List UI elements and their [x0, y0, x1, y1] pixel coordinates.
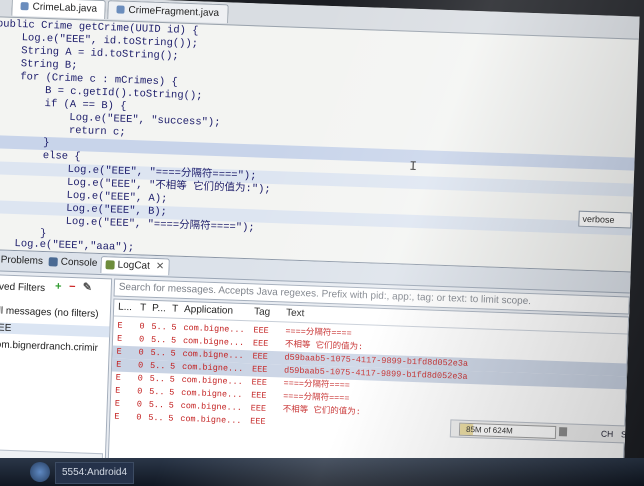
log-pid: 5.. [150, 347, 167, 359]
ide-screen: CrimeLab.java CrimeFragment.java public … [0, 0, 640, 486]
log-tag: EEE [250, 403, 267, 414]
log-time: 0 [137, 360, 144, 371]
tab-crimefragment-label: CrimeFragment.java [128, 4, 220, 20]
log-pid: 5.. [150, 334, 167, 346]
tab-problems-label: Problems [0, 254, 44, 268]
log-pid: 5.. [149, 386, 165, 398]
log-tag: EEE [250, 390, 267, 401]
log-tid: 5 [168, 413, 174, 424]
text-cursor-icon: I [408, 158, 418, 175]
saved-filters-title: Saved Filters [0, 281, 46, 295]
tab-crimefragment[interactable]: CrimeFragment.java [107, 0, 229, 24]
taskbar: 5554:Android4 [0, 458, 644, 486]
java-file-icon [20, 2, 29, 11]
log-tid: 5 [169, 387, 175, 398]
log-tid: 5 [169, 361, 176, 372]
log-time: 0 [136, 412, 142, 423]
col-text[interactable]: Text [286, 306, 305, 323]
log-pid: 5.. [148, 412, 164, 424]
tab-console-label: Console [60, 256, 98, 269]
log-time: 0 [136, 399, 143, 410]
log-level-select[interactable]: verbose [578, 210, 632, 229]
col-tag[interactable]: Tag [254, 304, 271, 321]
log-level: E [116, 333, 123, 344]
start-button-icon[interactable] [30, 462, 50, 482]
log-level: E [116, 346, 122, 357]
log-level: E [115, 359, 122, 370]
log-time: 0 [138, 334, 145, 345]
log-level: E [117, 320, 123, 331]
filter-item-package[interactable]: com.bignerdranch.crimir [0, 339, 98, 354]
log-pid: 5.. [151, 321, 167, 333]
log-level: E [114, 411, 120, 422]
close-icon[interactable]: ✕ [156, 261, 165, 272]
ime-indicator[interactable]: CH [601, 426, 614, 442]
log-tid: 5 [171, 322, 177, 333]
log-tid: 5 [169, 374, 175, 385]
log-level: E [115, 385, 121, 396]
col-pid[interactable]: P... [152, 301, 166, 317]
log-time: 0 [137, 373, 143, 384]
col-application[interactable]: Application [184, 302, 233, 320]
java-file-icon [116, 5, 125, 15]
logcat-table: L... T P... T Application Tag Text E 0 5..… [107, 298, 640, 485]
log-time: 0 [137, 386, 143, 397]
taskbar-emulator-button[interactable]: 5554:Android4 [55, 462, 135, 484]
log-tid: 5 [170, 348, 176, 359]
add-filter-icon[interactable]: + [53, 280, 64, 292]
saved-filters-panel: Saved Filters + − ✎ All messages (no fil… [0, 273, 113, 467]
log-tid: 5 [170, 335, 177, 346]
log-app: com.bigne... [180, 413, 242, 427]
heap-label: 85M of 624M [465, 424, 513, 436]
col-time[interactable]: T [140, 300, 147, 316]
code-editor[interactable]: public Crime getCrime(UUID id) { Log.e("… [0, 18, 639, 273]
log-level: E [114, 398, 121, 409]
log-tag: EEE [252, 338, 269, 349]
edit-filter-icon[interactable]: ✎ [82, 281, 93, 293]
tab-logcat[interactable]: LogCat ✕ [100, 256, 170, 276]
bottom-views-panel: Problems Console LogCat ✕ Saved Filters +… [0, 248, 640, 486]
garbage-collect-icon[interactable] [558, 427, 568, 437]
heap-status[interactable]: 85M of 624M [458, 422, 557, 440]
tab-crimelab[interactable]: CrimeLab.java [11, 0, 107, 20]
col-tid[interactable]: T [172, 302, 179, 318]
logcat-icon [105, 260, 115, 270]
log-pid: 5.. [149, 360, 166, 372]
ime-mode[interactable]: S [621, 426, 627, 442]
log-tag: EEE [251, 377, 268, 388]
tab-logcat-label: LogCat [117, 259, 151, 272]
tab-problems[interactable]: Problems [0, 252, 47, 270]
log-time: 0 [139, 321, 145, 332]
log-time: 0 [138, 347, 144, 358]
log-pid: 5.. [149, 373, 166, 385]
log-pid: 5.. [148, 399, 165, 411]
log-tag: EEE [250, 416, 266, 427]
console-icon [48, 257, 58, 267]
log-tag: EEE [252, 351, 268, 362]
col-level[interactable]: L... [118, 300, 132, 316]
log-tag: EEE [253, 325, 269, 336]
filter-item-eee[interactable]: EEE [0, 321, 110, 338]
filter-item-all[interactable]: All messages (no filters) [0, 305, 99, 320]
tab-console[interactable]: Console [44, 254, 101, 272]
log-tid: 5 [168, 400, 175, 411]
log-level: E [115, 372, 121, 383]
log-tag: EEE [251, 364, 268, 375]
tab-crimelab-label: CrimeLab.java [32, 1, 98, 15]
remove-filter-icon[interactable]: − [67, 281, 78, 293]
